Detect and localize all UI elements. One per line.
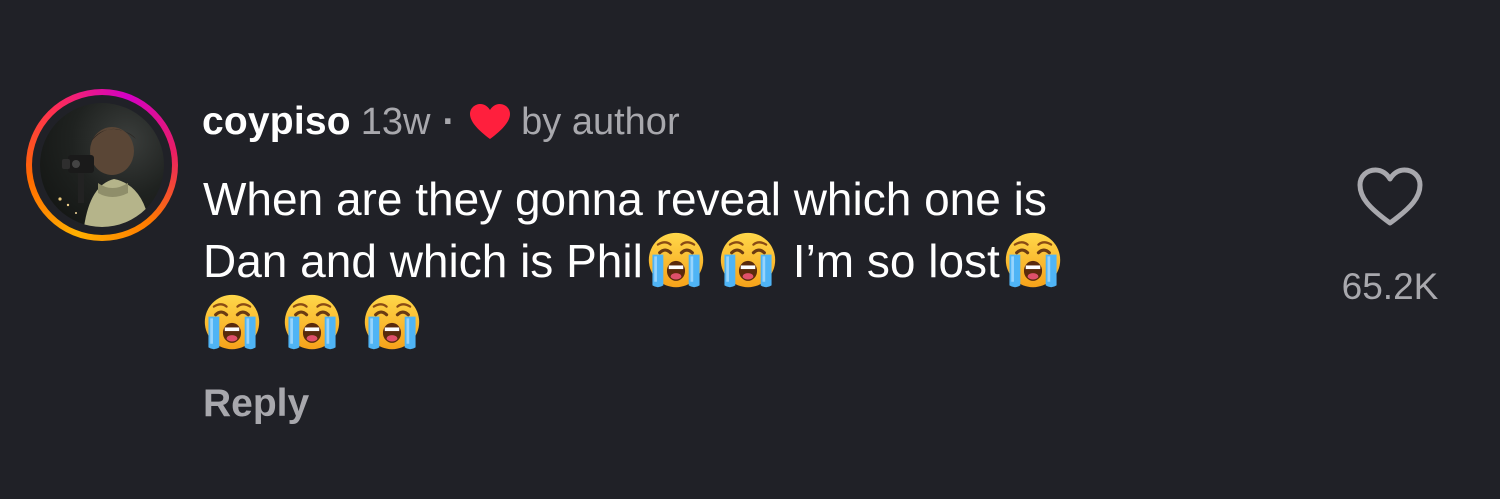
avatar-photo <box>40 103 164 227</box>
like-button[interactable] <box>1356 166 1424 228</box>
profile-photo-icon <box>52 127 150 227</box>
timestamp: 13w <box>360 100 431 143</box>
crying-face-emoji-icon <box>647 231 705 289</box>
reply-button[interactable]: Reply <box>203 382 309 426</box>
comment-text: When are they gonna reveal which one is … <box>203 168 1293 354</box>
comment-line-2: Dan and which is Phil I’m so lost <box>203 230 1293 292</box>
crying-face-emoji-icon <box>1004 231 1062 289</box>
crying-face-emoji-icon <box>719 231 777 289</box>
comment-meta: coypiso 13w · by author <box>202 96 680 148</box>
comment-line-3 <box>203 292 1293 354</box>
username[interactable]: coypiso <box>202 100 351 144</box>
comment-line-1: When are they gonna reveal which one is <box>203 173 1047 225</box>
liked-by-author-label: by author <box>521 100 680 143</box>
crying-face-emoji-icon <box>283 293 341 351</box>
separator-dot: · <box>442 100 456 143</box>
heart-outline-icon <box>1357 167 1423 226</box>
author-heart-icon <box>469 103 511 141</box>
avatar[interactable] <box>26 89 178 241</box>
like-count: 65.2K <box>1341 266 1439 307</box>
comment-text-segment: I’m so lost <box>792 235 1000 287</box>
crying-face-emoji-icon <box>203 293 261 351</box>
comment: coypiso 13w · by author When are they go… <box>0 0 1500 499</box>
comment-text-segment: Dan and which is Phil <box>203 235 643 287</box>
crying-face-emoji-icon <box>363 293 421 351</box>
